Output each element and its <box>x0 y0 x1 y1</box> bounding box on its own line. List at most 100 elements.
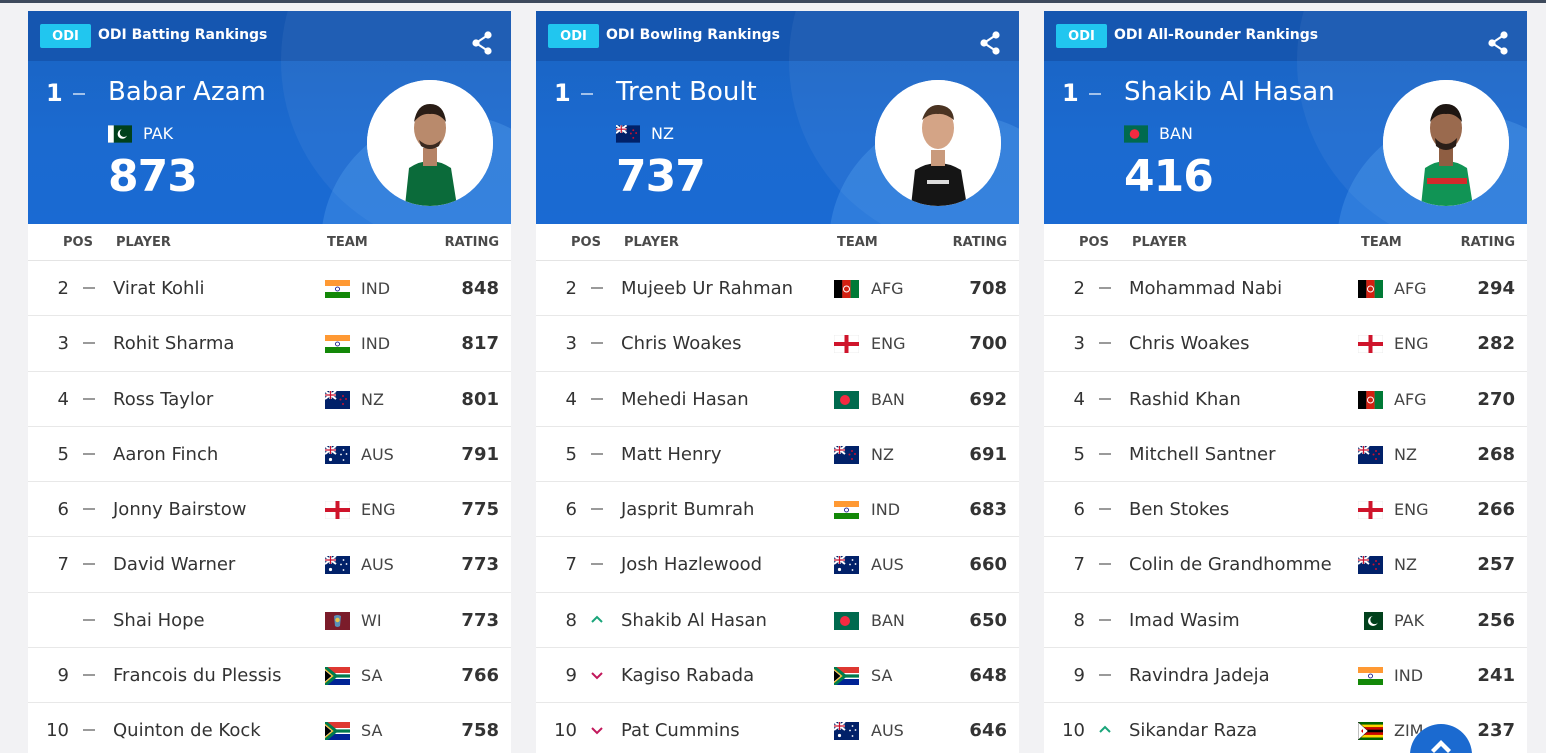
ranking-row[interactable]: 4 Rashid Khan AFG 270 <box>1044 372 1527 427</box>
no-change-icon <box>1096 279 1114 297</box>
share-icon[interactable] <box>470 30 494 56</box>
player-name[interactable]: Quinton de Kock <box>113 720 261 741</box>
share-icon[interactable] <box>978 30 1002 56</box>
leader-rating: 873 <box>108 151 198 202</box>
player-name[interactable]: Jasprit Bumrah <box>621 499 754 520</box>
share-icon[interactable] <box>1486 30 1510 56</box>
ranking-row[interactable]: 5 Matt Henry NZ 691 <box>536 427 1019 482</box>
ranking-row[interactable]: 4 Ross Taylor NZ 801 <box>28 372 511 427</box>
ranking-row[interactable]: 3 Chris Woakes ENG 700 <box>536 316 1019 372</box>
flag-icon <box>325 335 350 354</box>
ranking-row[interactable]: 2 Mohammad Nabi AFG 294 <box>1044 261 1527 317</box>
player-name[interactable]: Kagiso Rabada <box>621 665 754 686</box>
ranking-row[interactable]: 7 Josh Hazlewood AUS 660 <box>536 537 1019 593</box>
player-name[interactable]: Mujeeb Ur Rahman <box>621 278 793 299</box>
ranking-row[interactable]: 10 Quinton de Kock SA 758 <box>28 703 511 753</box>
ranking-row[interactable]: 2 Mujeeb Ur Rahman AFG 708 <box>536 261 1019 317</box>
ranking-row[interactable]: 5 Aaron Finch AUS 791 <box>28 427 511 482</box>
player-name[interactable]: Jonny Bairstow <box>113 499 246 520</box>
leader-rating: 416 <box>1124 151 1214 202</box>
row-position: 4 <box>57 388 69 410</box>
ranking-row[interactable]: 9 Kagiso Rabada SA 648 <box>536 648 1019 703</box>
player-name[interactable]: Mehedi Hasan <box>621 389 749 410</box>
player-rating: 282 <box>1477 333 1515 355</box>
ranking-row[interactable]: 7 David Warner AUS 773 <box>28 537 511 593</box>
ranking-row[interactable]: 10 Pat Cummins AUS 646 <box>536 703 1019 753</box>
player-name[interactable]: David Warner <box>113 554 235 575</box>
player-name[interactable]: Virat Kohli <box>113 278 204 299</box>
team-code: BAN <box>871 610 905 630</box>
player-name[interactable]: Shakib Al Hasan <box>621 610 767 631</box>
flag-icon <box>1357 500 1384 520</box>
ranking-row[interactable]: Shai Hope WI 773 <box>28 593 511 648</box>
team-code: ENG <box>871 334 906 354</box>
player-rating: 692 <box>969 388 1007 410</box>
player-name[interactable]: Pat Cummins <box>621 720 740 741</box>
player-rating: 691 <box>969 443 1007 465</box>
table-header: POS PLAYER TEAM RATING <box>28 224 511 261</box>
no-change-icon <box>80 445 98 463</box>
ranking-row[interactable]: 3 Rohit Sharma IND 817 <box>28 316 511 372</box>
team-code: SA <box>361 721 383 740</box>
team-code: NZ <box>1394 444 1417 464</box>
flag-icon <box>1357 335 1384 354</box>
player-rating: 708 <box>969 278 1007 299</box>
move-up-icon <box>588 611 606 629</box>
format-badge: ODI <box>548 24 599 48</box>
player-rating: 660 <box>969 554 1007 576</box>
player-name[interactable]: Ben Stokes <box>1129 499 1229 520</box>
ranking-row[interactable]: 6 Jasprit Bumrah IND 683 <box>536 482 1019 538</box>
row-position: 2 <box>1073 278 1085 299</box>
leader-name[interactable]: Shakib Al Hasan <box>1124 77 1335 107</box>
ranking-row[interactable]: 7 Colin de Grandhomme NZ 257 <box>1044 537 1527 593</box>
no-change-icon <box>1096 611 1114 629</box>
ranking-row[interactable]: 9 Ravindra Jadeja IND 241 <box>1044 648 1527 703</box>
row-position: 6 <box>57 499 69 520</box>
header-pos: POS <box>63 235 93 250</box>
ranking-row[interactable]: 3 Chris Woakes ENG 282 <box>1044 316 1527 372</box>
player-name[interactable]: Josh Hazlewood <box>621 554 762 575</box>
ranking-row[interactable]: 8 Imad Wasim PAK 256 <box>1044 593 1527 648</box>
card-title: ODI All-Rounder Rankings <box>1114 27 1319 43</box>
player-rating: 700 <box>969 333 1007 355</box>
player-name[interactable]: Francois du Plessis <box>113 665 282 686</box>
player-name[interactable]: Rashid Khan <box>1129 389 1241 410</box>
no-change-icon <box>588 334 606 352</box>
player-name[interactable]: Mohammad Nabi <box>1129 278 1282 299</box>
player-name[interactable]: Rohit Sharma <box>113 333 234 354</box>
player-name[interactable]: Aaron Finch <box>113 444 218 465</box>
ranking-row[interactable]: 4 Mehedi Hasan BAN 692 <box>536 372 1019 427</box>
player-name[interactable]: Chris Woakes <box>621 333 742 354</box>
flag-icon <box>325 280 350 298</box>
format-badge: ODI <box>1056 24 1107 48</box>
ranking-row[interactable]: 5 Mitchell Santner NZ 268 <box>1044 427 1527 482</box>
leader-name[interactable]: Trent Boult <box>616 77 757 107</box>
team-code: AUS <box>361 555 394 575</box>
player-name[interactable]: Chris Woakes <box>1129 333 1250 354</box>
no-change-icon <box>80 279 98 297</box>
leader-name[interactable]: Babar Azam <box>108 77 266 107</box>
player-name[interactable]: Imad Wasim <box>1129 610 1240 631</box>
flag-icon <box>833 444 859 464</box>
flag-icon <box>1357 444 1383 464</box>
flag-icon <box>324 444 350 464</box>
no-change-icon <box>80 390 98 408</box>
ranking-card-batting: ODI ODI Batting Rankings 1 Babar Azam PA… <box>28 11 511 753</box>
flag-icon <box>324 389 350 409</box>
ranking-row[interactable]: 2 Virat Kohli IND 848 <box>28 261 511 317</box>
player-rating: 683 <box>969 499 1007 520</box>
player-name[interactable]: Matt Henry <box>621 444 721 465</box>
ranking-row[interactable]: 6 Jonny Bairstow ENG 775 <box>28 482 511 538</box>
player-name[interactable]: Shai Hope <box>113 610 205 631</box>
player-name[interactable]: Ravindra Jadeja <box>1129 665 1270 686</box>
player-name[interactable]: Mitchell Santner <box>1129 444 1276 465</box>
ranking-row[interactable]: 9 Francois du Plessis SA 766 <box>28 648 511 703</box>
player-name[interactable]: Colin de Grandhomme <box>1129 554 1332 575</box>
ranking-row[interactable]: 8 Shakib Al Hasan BAN 650 <box>536 593 1019 648</box>
player-name[interactable]: Ross Taylor <box>113 389 213 410</box>
ranking-row[interactable]: 6 Ben Stokes ENG 266 <box>1044 482 1527 538</box>
player-rating: 791 <box>461 443 499 465</box>
leader-team: NZ <box>651 124 674 143</box>
arrow-up-icon <box>1431 740 1451 753</box>
player-name[interactable]: Sikandar Raza <box>1129 720 1257 741</box>
